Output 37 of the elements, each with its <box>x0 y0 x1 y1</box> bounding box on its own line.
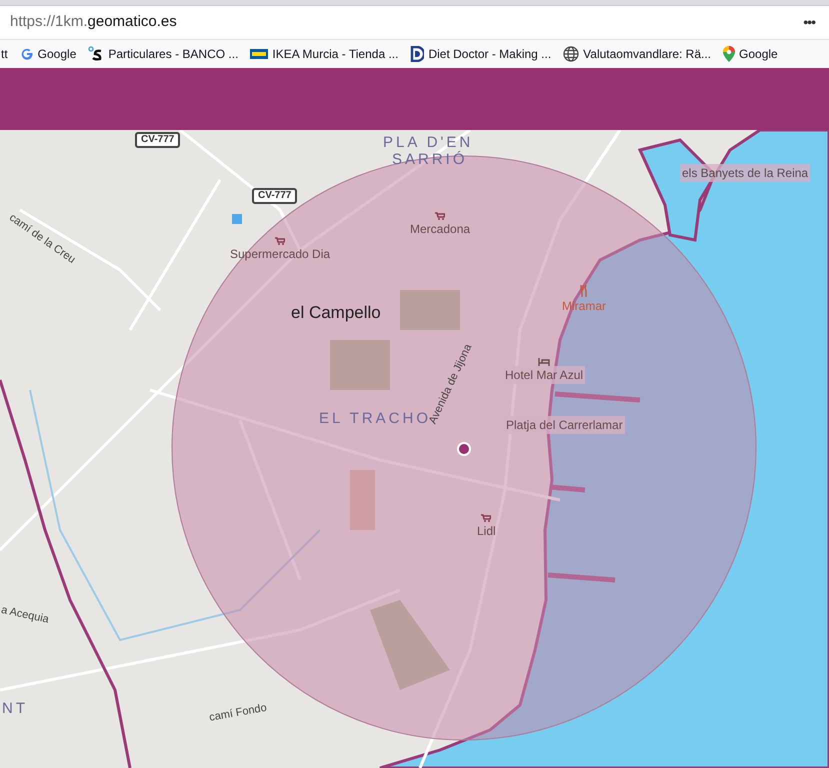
bed-icon <box>538 358 550 366</box>
map-label: Platja del Carrerlamar <box>504 416 625 434</box>
map-label: Lidl <box>477 523 496 540</box>
map-label: Miramar <box>562 298 606 315</box>
street-name: camí Fondo <box>208 700 268 726</box>
letter-d-logo-icon <box>410 46 424 62</box>
bookmark-link[interactable]: Google <box>20 45 76 63</box>
map-label: Hotel Mar Azul <box>503 366 586 384</box>
map-pin-icon <box>723 46 736 62</box>
shopping-cart-icon <box>481 514 492 522</box>
map-label: NT <box>2 699 28 719</box>
bookmark-link[interactable]: Particulares - BANCO ... <box>88 45 238 63</box>
globe-icon <box>563 46 580 62</box>
map-label: Mercadona <box>410 221 470 238</box>
ikea-logo-icon <box>250 49 268 59</box>
street-name: a Acequia <box>0 602 50 628</box>
map-label: PLA D'EN <box>383 133 474 151</box>
map-label: SARRIÓ <box>392 150 468 170</box>
page-actions-button[interactable]: ••• <box>799 12 819 33</box>
bookmark-link[interactable]: tt <box>1 45 8 63</box>
map-label: Supermercado Dia <box>230 246 330 263</box>
bank-logo-icon <box>88 46 104 62</box>
shopping-cart-icon <box>275 237 286 245</box>
road-number-sign: CV-777 <box>135 132 180 148</box>
map-label: el Campello <box>291 302 381 324</box>
fork-knife-icon <box>579 285 589 297</box>
map-label: els Banyets de la Reina <box>680 164 810 182</box>
google-g-icon <box>20 47 34 61</box>
road-number-sign: CV-777 <box>252 188 298 204</box>
bookmark-link[interactable]: Diet Doctor - Making ... <box>410 45 552 63</box>
bookmark-link[interactable]: Valutaomvandlare: Rä... <box>563 45 712 63</box>
bookmark-link[interactable]: IKEA Murcia - Tienda ... <box>250 45 398 63</box>
bookmark-link[interactable]: Google <box>723 45 778 63</box>
street-name: camí de la Creu <box>6 210 78 268</box>
location-marker[interactable] <box>457 442 471 456</box>
shopping-cart-icon <box>435 212 446 220</box>
url-text[interactable]: https://1km.geomatico.es <box>10 11 177 34</box>
